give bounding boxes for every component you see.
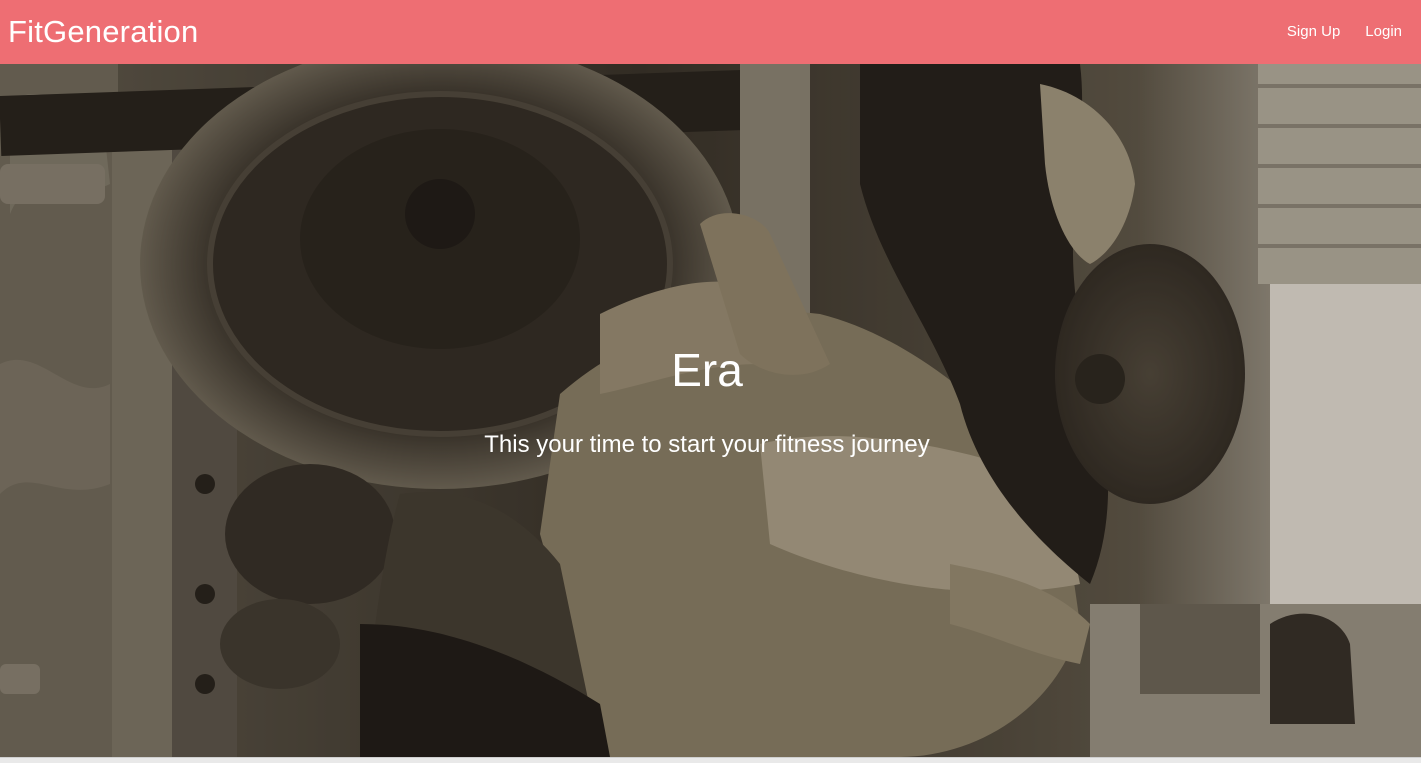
hero-title: Era [671, 344, 743, 396]
signup-link[interactable]: Sign Up [1273, 0, 1351, 64]
top-navbar: FitGeneration Sign Up Login [0, 0, 1421, 64]
hero-background-image [0, 64, 1421, 757]
brand-logo-link[interactable]: FitGeneration [8, 0, 198, 64]
nav-links: Sign Up Login [1273, 0, 1413, 64]
hero-banner: Era This your time to start your fitness… [0, 64, 1421, 757]
hero-subtitle: This your time to start your fitness jou… [484, 431, 930, 458]
page-bottom-edge [0, 757, 1421, 763]
login-link[interactable]: Login [1351, 0, 1413, 64]
